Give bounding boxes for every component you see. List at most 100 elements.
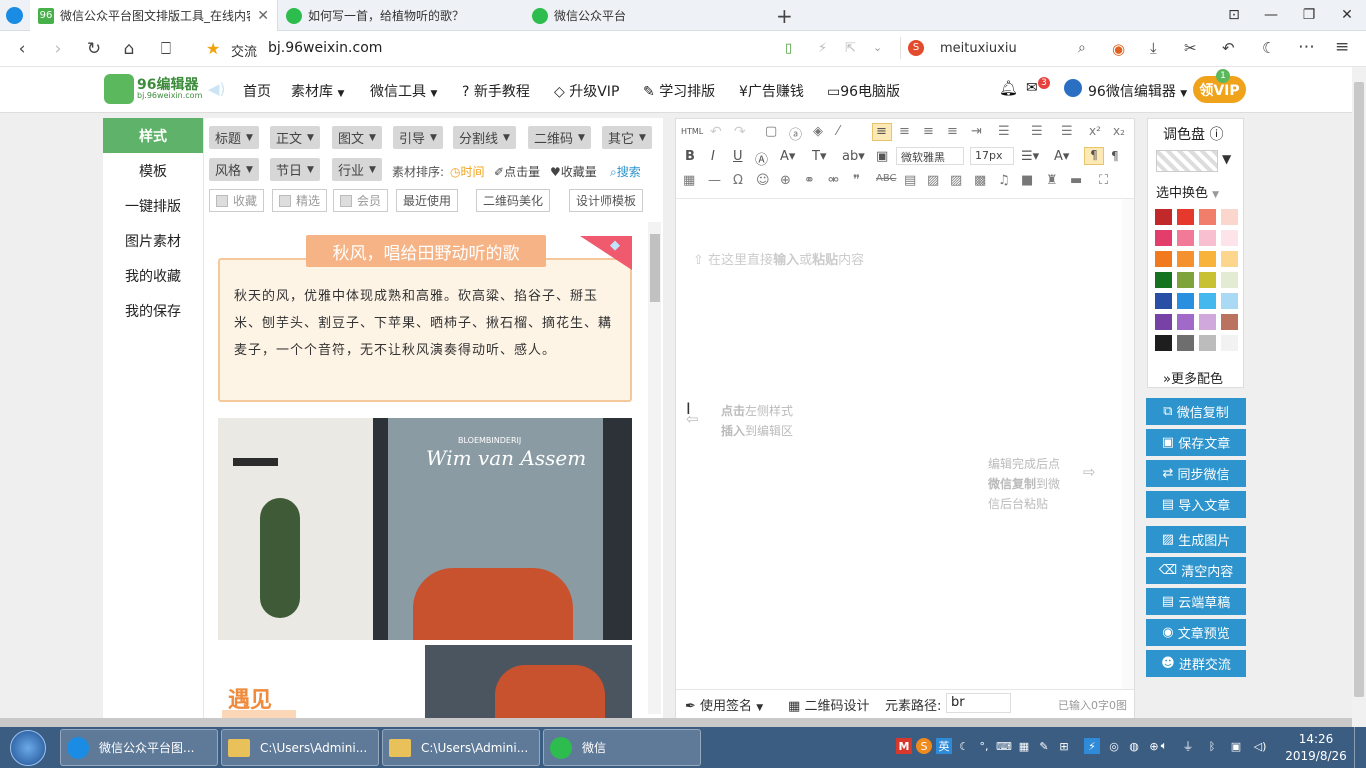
image-icon[interactable]: ▣ [876,149,888,164]
video-icon[interactable]: ■ [1021,173,1033,188]
color-swatch[interactable] [1155,272,1172,288]
table-icon[interactable]: ▦ [683,173,695,188]
color-swatch[interactable] [1155,335,1172,351]
shop-photo[interactable]: Wim van Assem BLOEMBINDERIJ [218,418,632,640]
designer-templates-button[interactable]: 设计师模板 [569,189,644,212]
taskbar-window-explorer-1[interactable]: C:\Users\Admini... [221,729,379,766]
search-link[interactable]: ⌕搜索 [610,163,641,180]
color-swatch[interactable] [1177,314,1194,330]
color-swatch[interactable] [1177,230,1194,246]
menu-saved[interactable]: 我的保存 [103,293,203,328]
color-swatch[interactable] [1177,272,1194,288]
color-swatch[interactable] [1221,272,1238,288]
bg-color-icon[interactable]: T▾ [812,149,826,164]
check-favorites[interactable]: 收藏 [209,189,265,212]
recent-used-button[interactable]: 最近使用 [396,189,459,212]
subscript-icon[interactable]: x₂ [1113,124,1125,138]
filter-festival[interactable]: 节日 ▼ [270,158,320,181]
tray-moon-icon[interactable]: ☾ [956,738,972,754]
html-source-button[interactable]: HTML [681,127,703,136]
case-icon[interactable]: ab▾ [842,149,865,164]
menu-templates[interactable]: 模板 [103,153,203,188]
browser-logo-icon[interactable] [6,7,23,24]
rtl-icon[interactable]: ¶ [1111,149,1119,163]
search-engine-icon[interactable]: S [908,40,924,56]
menu-favorites[interactable]: 我的收藏 [103,258,203,293]
forward-icon[interactable]: › [48,39,68,59]
color-swatch[interactable] [1221,335,1238,351]
reading-mode-icon[interactable]: ⎕ [156,39,176,59]
color-swatch[interactable] [1199,335,1216,351]
format-brush-icon[interactable]: ⓐ [789,124,802,143]
brush-icon[interactable]: ♜ [1046,173,1058,188]
tray-punct-icon[interactable]: °, [976,738,992,754]
color-swatch[interactable] [1155,209,1172,225]
close-window-button[interactable]: ✕ [1338,6,1356,24]
color-swatch[interactable] [1221,230,1238,246]
filter-title[interactable]: 标题 ▼ [209,126,259,149]
tray-keyboard-icon[interactable]: ⌨ [996,738,1012,754]
justify-icon[interactable]: ≡ [947,124,958,139]
nav-tutorial[interactable]: ? 新手教程 [462,81,530,101]
filter-guide[interactable]: 引导 ▼ [393,126,443,149]
tray-bluetooth-icon[interactable]: ᛒ [1204,738,1220,754]
sort-by-clicks[interactable]: ✐点击量 [494,163,540,180]
undo-icon[interactable]: ↶ [710,124,722,140]
text-size-icon[interactable]: A▾ [1054,149,1069,164]
tray-skin-icon[interactable]: ▦ [1016,738,1032,754]
mail-icon[interactable]: ✉ [1026,80,1038,96]
color-swatch[interactable] [1199,209,1216,225]
taskbar-window-explorer-2[interactable]: C:\Users\Admini... [382,729,540,766]
underline-icon[interactable]: U [733,149,743,164]
clear-content-button[interactable]: ⌫ 清空内容 [1146,557,1246,584]
sort-by-favorites[interactable]: ♥收藏量 [550,163,597,180]
filter-style[interactable]: 风格 ▼ [209,158,259,181]
download-icon[interactable]: ⤓ [1150,39,1157,57]
import-article-button[interactable]: ▤ 导入文章 [1146,491,1246,518]
new-tab-button[interactable]: + [776,4,793,28]
spacing-icon[interactable]: ☰ [1061,124,1073,139]
show-desktop-button[interactable] [1354,727,1366,768]
generate-image-button[interactable]: ▨ 生成图片 [1146,526,1246,553]
superscript-icon[interactable]: x² [1089,124,1101,138]
qrcode-design-button[interactable]: ▦ 二维码设计 [788,695,869,714]
color-swatch[interactable] [1199,272,1216,288]
help-icon[interactable]: ⓘ [1209,127,1223,143]
color-swatch[interactable] [1221,209,1238,225]
color-swatch[interactable] [1155,293,1172,309]
filter-other[interactable]: 其它 ▼ [602,126,652,149]
undo-icon[interactable]: ↶ [1222,39,1235,57]
element-path-select[interactable]: br [946,693,1011,713]
save-article-button[interactable]: ▣ 保存文章 [1146,429,1246,456]
nav-vip[interactable]: ◇ 升级VIP [554,81,619,101]
menu-styles[interactable]: 样式 [103,118,203,153]
template-icon[interactable]: ▤ [904,173,916,188]
color-swatch[interactable] [1221,251,1238,267]
tray-tools-icon[interactable]: ✎ [1036,738,1052,754]
layout-icon[interactable]: ▬ [1070,173,1082,188]
filter-qrcode[interactable]: 二维码 ▼ [528,126,591,149]
menu-icon[interactable]: ≡ [1335,37,1349,57]
insert-image-icon[interactable]: ▨ [927,173,939,188]
reload-icon[interactable]: ↻ [84,39,104,59]
emoji-icon[interactable]: ☺ [756,173,770,188]
minimize-button[interactable]: — [1262,6,1280,24]
tab-plant-song[interactable]: 如何写一首，给植物听的歌？ [278,0,524,31]
omega-icon[interactable]: Ω [733,173,743,188]
tray-usb-icon[interactable]: ⏚ [1180,738,1196,754]
music-icon[interactable]: ♫ [998,173,1010,188]
font-family-select[interactable]: 微软雅黑 [896,147,964,165]
align-right-icon[interactable]: ≡ [923,124,934,139]
new-doc-icon[interactable]: ▢ [765,124,777,139]
tray-app-icon[interactable]: ◍ [1126,738,1142,754]
quote-icon[interactable]: ❞ [853,173,860,188]
indent-icon[interactable]: ⇥ [971,124,982,139]
line-height-icon[interactable]: ☰ [998,124,1010,139]
color-swatch[interactable] [1199,314,1216,330]
shop-photo-small[interactable] [425,645,632,718]
search-icon[interactable]: ⌕ [1078,40,1086,56]
tray-volume-icon[interactable]: 🔈︎ [1156,738,1172,754]
account-menu[interactable]: 96微信编辑器 ▼ [1088,81,1187,101]
unlink-icon[interactable]: ⚮ [828,173,839,188]
more-colors-button[interactable]: »更多配色 [1163,368,1223,387]
